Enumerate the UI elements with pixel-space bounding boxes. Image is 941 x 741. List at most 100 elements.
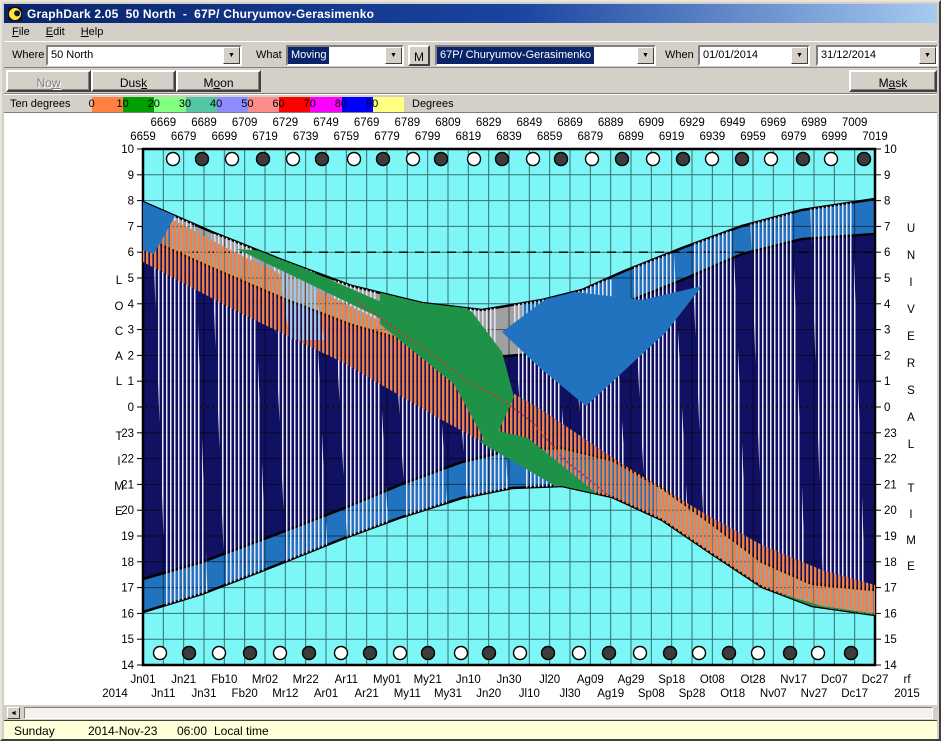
svg-text:6689: 6689 <box>191 117 217 129</box>
dusk-button[interactable]: Dusk <box>91 70 176 92</box>
where-combo[interactable]: 50 North ▼ <box>46 45 242 66</box>
full-moon-icon <box>152 645 168 661</box>
full-moon-icon <box>466 151 482 167</box>
object-combo[interactable]: 67P/ Churyumov-Gerasimenko ▼ <box>435 45 656 66</box>
svg-text:18: 18 <box>884 557 897 569</box>
svg-text:N: N <box>907 250 915 262</box>
svg-text:3: 3 <box>128 325 134 337</box>
svg-text:17: 17 <box>884 583 897 595</box>
svg-text:6759: 6759 <box>334 131 360 143</box>
new-moon-icon <box>856 151 872 167</box>
svg-text:Nv17: Nv17 <box>780 674 807 686</box>
svg-text:Dc07: Dc07 <box>821 674 848 686</box>
svg-text:6699: 6699 <box>212 131 238 143</box>
scroll-left-icon[interactable]: ◄ <box>7 707 20 719</box>
new-moon-icon <box>721 645 737 661</box>
new-moon-icon <box>614 151 630 167</box>
svg-text:2: 2 <box>128 350 134 362</box>
full-moon-icon <box>810 645 826 661</box>
menu-item-edit[interactable]: Edit <box>38 24 73 40</box>
svg-text:Jn10: Jn10 <box>456 674 481 686</box>
what-combo[interactable]: Moving ▼ <box>286 45 404 66</box>
new-moon-icon <box>494 151 510 167</box>
new-moon-icon <box>194 151 210 167</box>
full-moon-icon <box>750 645 766 661</box>
svg-text:Ot18: Ot18 <box>720 688 745 700</box>
svg-text:Jn21: Jn21 <box>171 674 196 686</box>
svg-text:6799: 6799 <box>415 131 441 143</box>
svg-text:6869: 6869 <box>557 117 583 129</box>
chevron-down-icon[interactable]: ▼ <box>637 47 654 64</box>
full-moon-icon <box>584 151 600 167</box>
svg-text:Mr02: Mr02 <box>252 674 278 686</box>
window-title: GraphDark 2.05 50 North - 67P/ Churyumov… <box>27 6 375 21</box>
svg-text:6779: 6779 <box>374 131 400 143</box>
new-moon-icon <box>181 645 197 661</box>
svg-text:0: 0 <box>884 402 890 414</box>
svg-text:7: 7 <box>128 221 134 233</box>
date-to-value: 31/12/2014 <box>821 49 877 61</box>
svg-text:6: 6 <box>884 247 890 259</box>
svg-text:A: A <box>907 412 915 424</box>
svg-text:L: L <box>908 439 915 451</box>
now-button[interactable]: Now <box>6 70 91 92</box>
date-from-value: 01/01/2014 <box>703 49 759 61</box>
svg-text:Sp08: Sp08 <box>638 688 665 700</box>
where-combo-value: 50 North <box>51 49 94 61</box>
svg-text:Dc27: Dc27 <box>862 674 889 686</box>
moon-button[interactable]: Moon <box>176 70 261 92</box>
svg-text:6949: 6949 <box>720 117 746 129</box>
svg-text:I: I <box>909 509 912 521</box>
svg-text:15: 15 <box>884 634 897 646</box>
chevron-down-icon[interactable]: ▼ <box>223 47 240 64</box>
svg-text:1: 1 <box>884 376 890 388</box>
svg-text:L: L <box>116 275 123 287</box>
svg-text:0: 0 <box>128 402 134 414</box>
horizontal-scrollbar[interactable]: ◄ <box>4 705 937 720</box>
new-moon-icon <box>362 645 378 661</box>
svg-text:Ag19: Ag19 <box>597 688 624 700</box>
svg-text:3: 3 <box>884 325 890 337</box>
chevron-down-icon[interactable]: ▼ <box>919 47 936 64</box>
new-moon-icon <box>255 151 271 167</box>
chevron-down-icon[interactable]: ▼ <box>791 47 808 64</box>
where-label: Where <box>12 49 45 61</box>
legend-segment: 90 <box>366 97 404 112</box>
chevron-down-icon[interactable]: ▼ <box>385 47 402 64</box>
scrollbar-track[interactable] <box>24 707 933 719</box>
new-moon-icon <box>314 151 330 167</box>
svg-text:U: U <box>907 223 915 235</box>
button-bar: Now Dusk Moon Mask <box>4 68 937 94</box>
svg-text:14: 14 <box>884 660 897 672</box>
svg-text:6789: 6789 <box>395 117 421 129</box>
full-moon-icon <box>333 645 349 661</box>
svg-text:20: 20 <box>884 505 897 517</box>
svg-text:Nv07: Nv07 <box>760 688 787 700</box>
menu-item-file[interactable]: File <box>4 24 38 40</box>
legend-unit: Degrees <box>412 98 454 110</box>
svg-text:Jn01: Jn01 <box>131 674 156 686</box>
new-moon-icon <box>782 645 798 661</box>
svg-text:T: T <box>907 483 914 495</box>
svg-text:My31: My31 <box>434 688 462 700</box>
svg-text:7009: 7009 <box>842 117 868 129</box>
svg-text:5: 5 <box>128 273 134 285</box>
window-titlebar[interactable]: GraphDark 2.05 50 North - 67P/ Churyumov… <box>4 4 937 23</box>
svg-text:16: 16 <box>884 608 897 620</box>
date-from-combo[interactable]: 01/01/2014 ▼ <box>698 45 810 66</box>
svg-text:Ot08: Ot08 <box>700 674 725 686</box>
new-moon-icon <box>843 645 859 661</box>
svg-text:6859: 6859 <box>537 131 563 143</box>
svg-text:6739: 6739 <box>293 131 319 143</box>
svg-text:T: T <box>115 431 122 443</box>
menu-item-help[interactable]: Help <box>73 24 112 40</box>
full-moon-icon <box>285 151 301 167</box>
legend-title: Ten degrees <box>10 98 71 110</box>
mask-button[interactable]: Mask <box>849 70 937 92</box>
svg-text:6899: 6899 <box>618 131 644 143</box>
full-moon-icon <box>453 645 469 661</box>
svg-text:My01: My01 <box>373 674 401 686</box>
date-to-combo[interactable]: 31/12/2014 ▼ <box>816 45 938 66</box>
svg-text:1: 1 <box>128 376 134 388</box>
m-button[interactable]: M <box>408 45 430 66</box>
